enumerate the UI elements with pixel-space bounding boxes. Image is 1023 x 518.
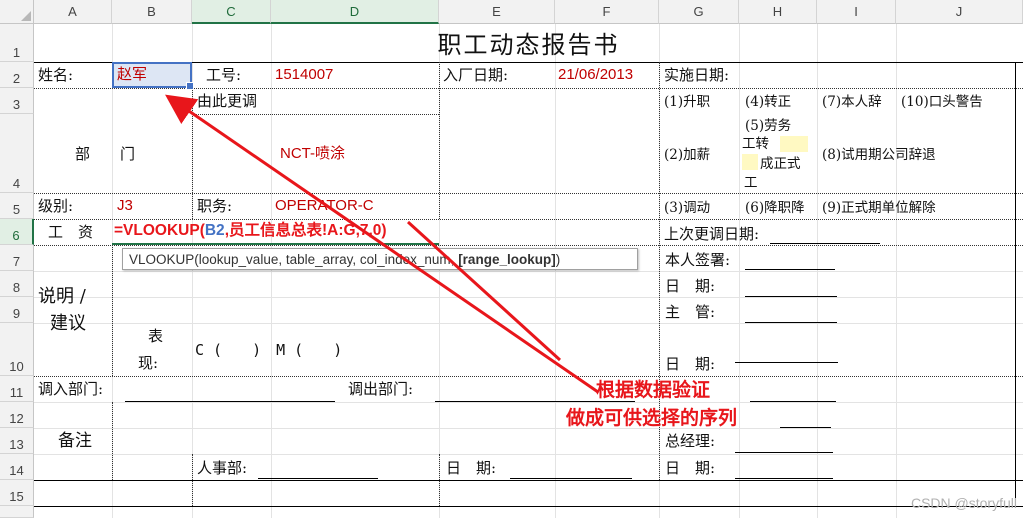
watermark: CSDN @storyfull [910,495,1017,511]
annotation-arrows [165,94,599,394]
arrow-to-name-cell [165,94,599,394]
annotation-line1: 根据数据验证 [596,380,711,401]
annotation-line2: 做成可供选择的序列 [566,408,738,429]
arrow-from-formula [406,220,562,362]
